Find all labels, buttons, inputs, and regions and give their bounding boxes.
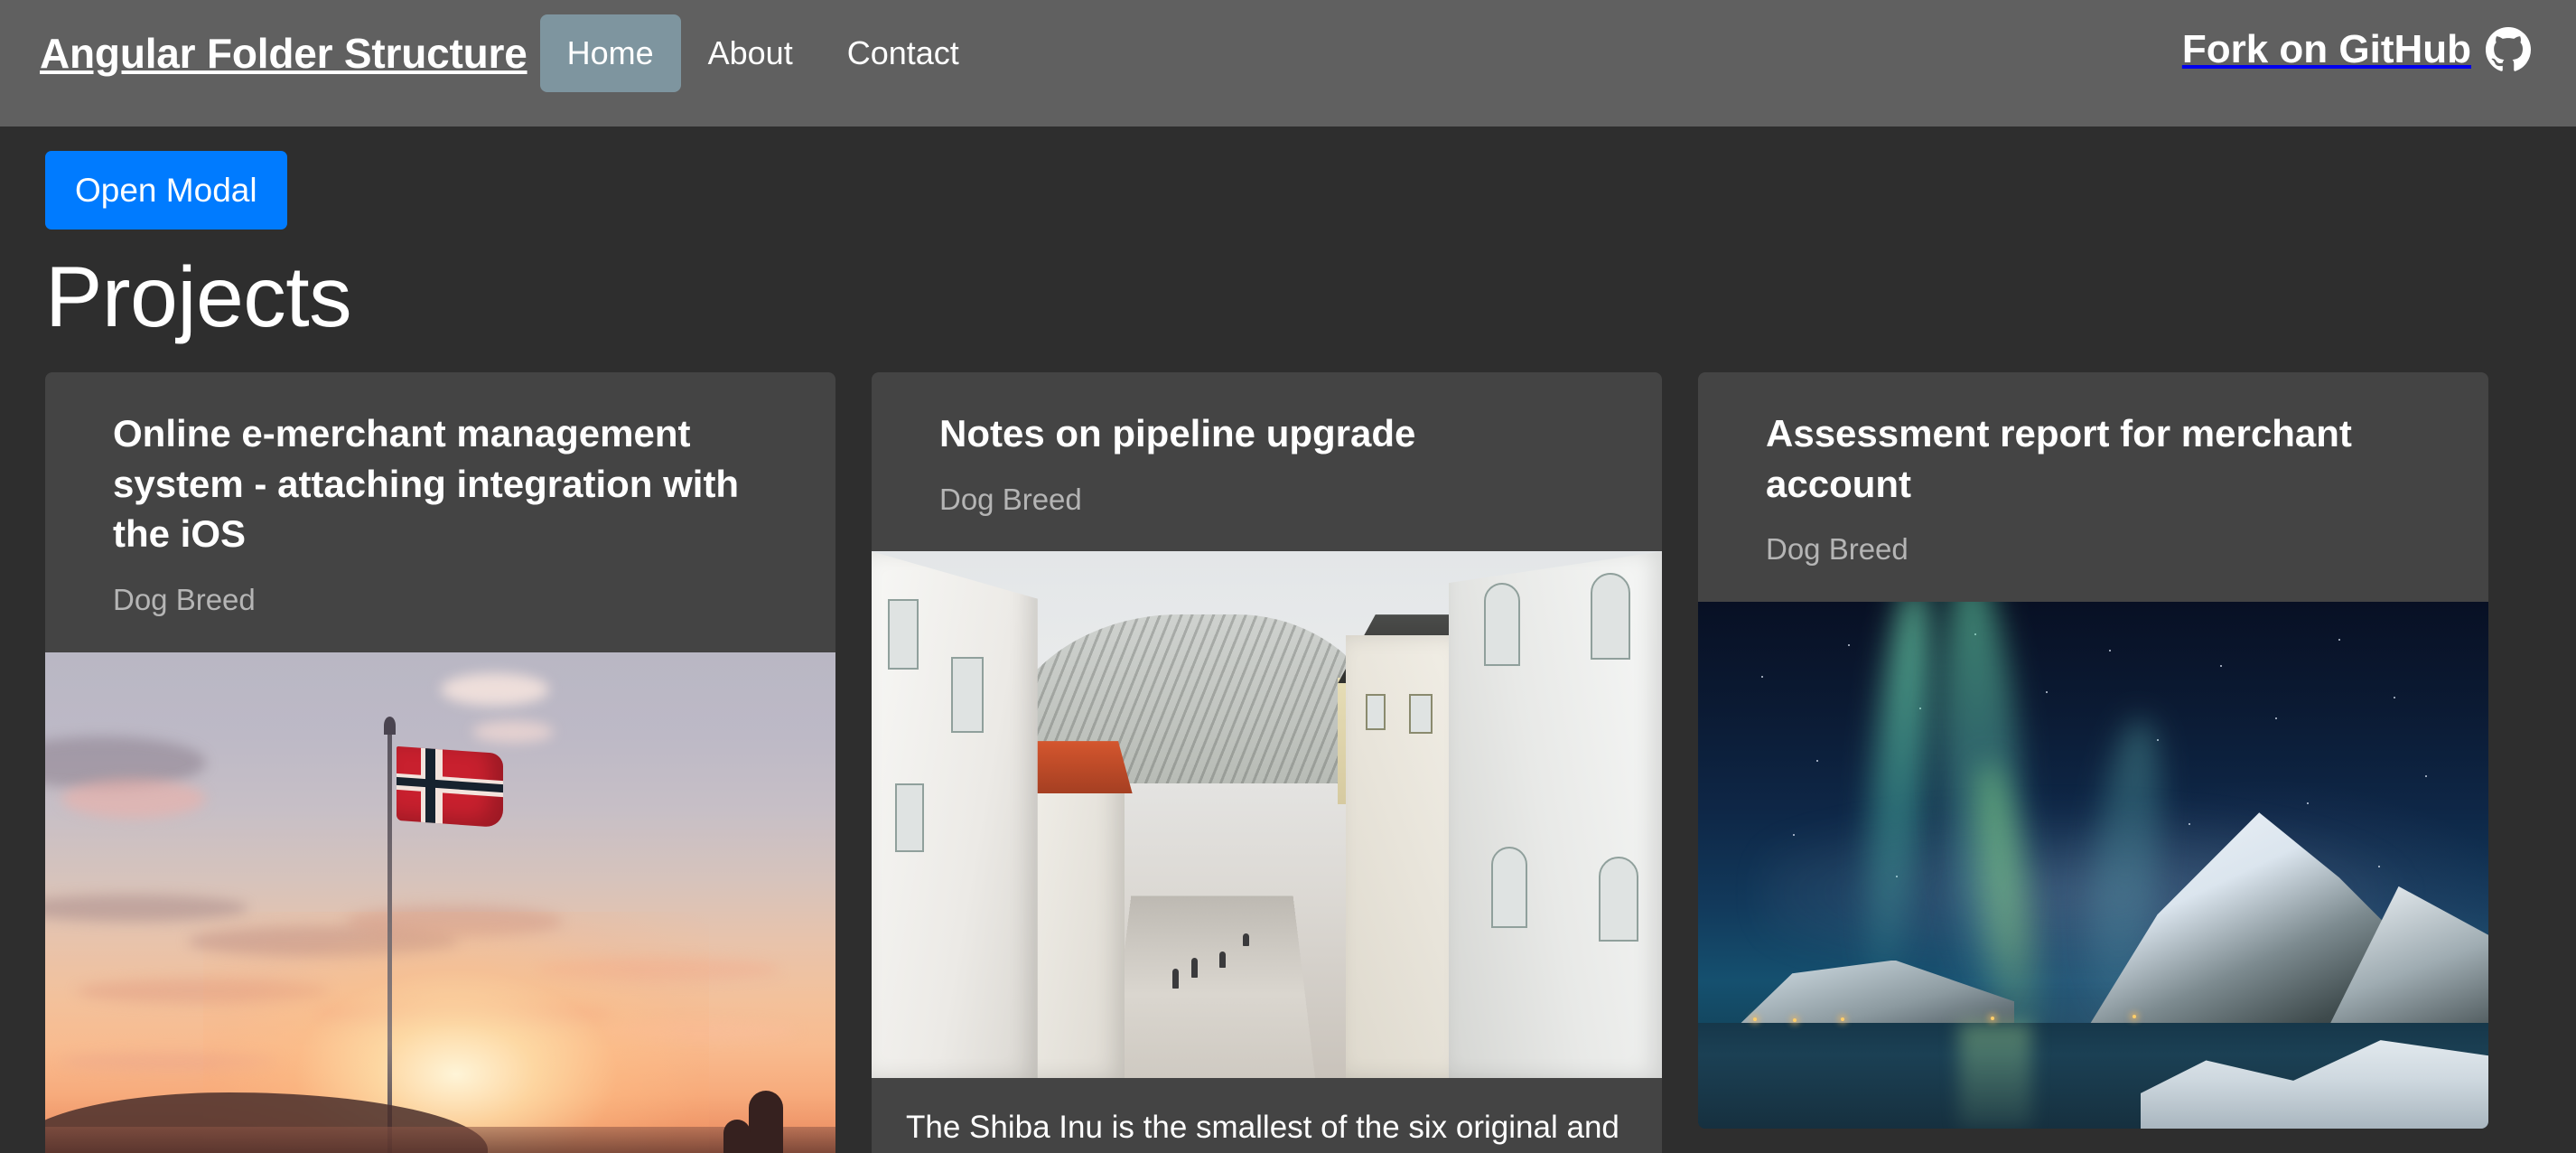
page-title: Projects: [45, 249, 352, 345]
card-image-bergen-street-in-winter: [872, 551, 1662, 1079]
card-subtitle: Dog Breed: [939, 482, 1082, 516]
nav-item-about: About: [681, 14, 820, 92]
main-content: Open Modal Projects Online e-merchant ma…: [0, 127, 2576, 1153]
card-subtitle: Dog Breed: [113, 583, 256, 617]
card-body: The Shiba Inu is the smallest of the six…: [872, 1078, 1662, 1153]
project-card[interactable]: Assessment report for merchant account D…: [1698, 371, 2488, 1130]
project-card[interactable]: Notes on pipeline upgrade Dog Breed The …: [872, 371, 1662, 1153]
nav-item-home: Home: [539, 14, 681, 92]
card-header: Assessment report for merchant account D…: [1698, 372, 2488, 602]
card-header: Notes on pipeline upgrade Dog Breed: [872, 372, 1662, 551]
flag-pole: [383, 717, 396, 1153]
fork-on-github-link[interactable]: Fork on GitHub: [2182, 27, 2531, 72]
brand-title[interactable]: Angular Folder Structure: [40, 33, 527, 74]
nav-item-contact: Contact: [820, 14, 986, 92]
open-modal-button[interactable]: Open Modal: [45, 151, 287, 230]
card-title: Online e-merchant management system - at…: [113, 411, 740, 556]
cobblestone-street: [1108, 896, 1314, 1079]
project-card-grid: Online e-merchant management system - at…: [45, 371, 2531, 1153]
norwegian-flag: [396, 745, 503, 828]
nav-link-about[interactable]: About: [681, 14, 820, 92]
nav-link-home[interactable]: Home: [539, 14, 681, 92]
card-title: Notes on pipeline upgrade: [939, 411, 1416, 455]
card-image-aurora-borealis-over-fjord: [1698, 602, 2488, 1130]
nav-links: Home About Contact: [539, 14, 986, 92]
top-navbar: Angular Folder Structure Home About Cont…: [0, 0, 2576, 127]
nav-link-contact[interactable]: Contact: [820, 14, 986, 92]
silhouette-people: [711, 1089, 789, 1153]
card-text: The Shiba Inu is the smallest of the six…: [906, 1110, 1619, 1146]
card-title: Assessment report for merchant account: [1766, 411, 2352, 505]
fork-on-github-label: Fork on GitHub: [2181, 27, 2471, 71]
card-header: Online e-merchant management system - at…: [45, 372, 835, 652]
project-card[interactable]: Online e-merchant management system - at…: [45, 371, 835, 1153]
card-subtitle: Dog Breed: [1766, 532, 1909, 567]
card-image-norwegian-flag-at-sunset: [45, 651, 835, 1153]
github-icon: [2486, 27, 2531, 72]
